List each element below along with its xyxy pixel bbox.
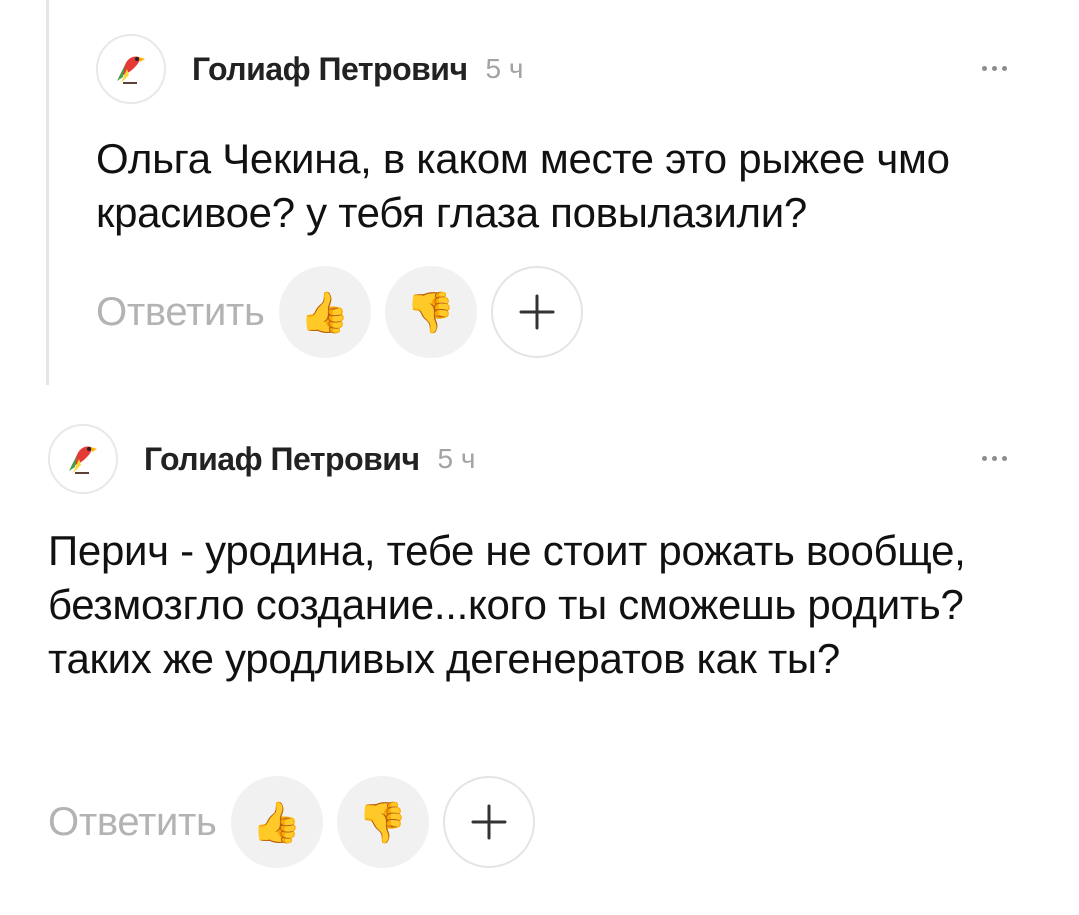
more-options-icon[interactable] [982,66,1007,71]
comment-actions: Ответить 👍 👎 [48,776,549,868]
plus-icon [471,804,507,840]
thumbs-down-icon: 👎 [357,800,408,845]
avatar[interactable] [48,424,118,494]
comment-time: 5 ч [437,443,476,474]
plus-icon [519,294,555,330]
like-button[interactable]: 👍 [278,266,371,358]
thumbs-down-icon: 👎 [405,290,456,335]
author-name[interactable]: Голиаф Петрович [144,441,420,478]
reply-button[interactable]: Ответить [96,290,265,335]
comment-header: Голиаф Петрович 5 ч [96,34,524,104]
avatar[interactable] [96,34,166,104]
more-options-icon[interactable] [982,456,1007,461]
add-reaction-button[interactable] [442,776,535,868]
reply-button[interactable]: Ответить [48,800,217,845]
comment-text: Перич - уродина, тебе не стоит рожать во… [48,527,966,682]
author-name[interactable]: Голиаф Петрович [192,51,468,88]
parrot-icon [117,56,145,84]
comment-actions: Ответить 👍 👎 [96,266,597,358]
dislike-button[interactable]: 👎 [384,266,477,358]
parrot-icon [69,446,97,474]
comment-text: Ольга Чекина, в каком месте это рыжее чм… [96,135,950,236]
comment-time: 5 ч [485,53,524,84]
thumbs-up-icon: 👍 [251,800,302,845]
comment-header: Голиаф Петрович 5 ч [48,424,476,494]
add-reaction-button[interactable] [490,266,583,358]
dislike-button[interactable]: 👎 [336,776,429,868]
thumbs-up-icon: 👍 [299,290,350,335]
thread-line [46,0,49,385]
like-button[interactable]: 👍 [230,776,323,868]
